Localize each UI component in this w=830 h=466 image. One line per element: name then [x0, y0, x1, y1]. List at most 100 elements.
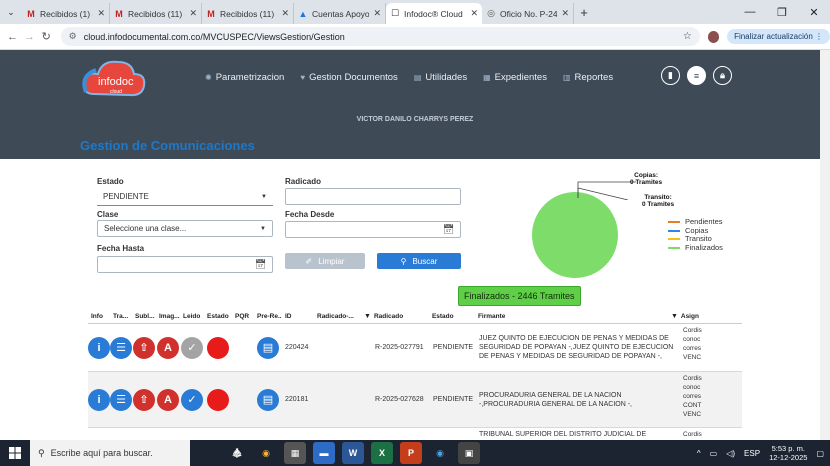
info-icon[interactable]: i [88, 336, 110, 359]
column-header[interactable]: Estado [204, 313, 232, 320]
tab-search-chevron-icon[interactable]: ⌄ [0, 0, 22, 24]
bookmark-star-icon[interactable]: ☆ [683, 31, 692, 42]
column-header[interactable]: Asign [678, 313, 706, 320]
column-header[interactable]: ID [282, 313, 314, 320]
calculator-icon[interactable]: ▦ [284, 442, 306, 464]
cell-firmante: JUEZ QUINTO DE EJECUCION DE PENAS Y MEDI… [479, 335, 674, 360]
fecha-desde-field[interactable]: 📅︎ [285, 221, 461, 238]
list-icon[interactable]: ☰ [110, 388, 132, 411]
word-icon[interactable]: W [342, 442, 364, 464]
tray-chevron-icon[interactable]: ^ [697, 449, 701, 458]
upload-icon[interactable]: ⇧ [133, 388, 155, 411]
close-tab-icon[interactable]: ✕ [97, 8, 105, 19]
profile-avatar[interactable] [707, 30, 720, 43]
clock[interactable]: 5:53 p. m. 12-12-2025 [769, 444, 807, 462]
column-header[interactable]: PQR [232, 313, 254, 320]
clock-time: 5:53 p. m. [771, 444, 805, 453]
powerpoint-icon[interactable]: P [400, 442, 422, 464]
network-icon[interactable]: ▭ [710, 449, 718, 458]
browser-tab[interactable]: ☐ Infodoc® Cloud ✕ [386, 3, 482, 24]
url-field[interactable]: ⚙ cloud.infodocumental.com.co/MVCUSPEC/V… [60, 27, 700, 46]
column-header[interactable]: Radicado [371, 313, 429, 320]
close-tab-icon[interactable]: ✕ [189, 8, 197, 19]
minimize-icon[interactable]: — [734, 0, 766, 24]
close-tab-icon[interactable]: ✕ [470, 8, 478, 19]
pie-slice-finalizados[interactable] [532, 192, 618, 278]
close-tab-icon[interactable]: ✕ [281, 8, 289, 19]
back-icon[interactable]: ← [4, 31, 21, 43]
nav-expedientes[interactable]: ▦ Expedientes [483, 72, 547, 83]
upload-icon[interactable]: ⇧ [133, 336, 155, 359]
excel-icon[interactable]: X [371, 442, 393, 464]
update-button[interactable]: Finalizar actualización ⋮ [727, 29, 830, 44]
nav-reportes[interactable]: ▥ Reportes [563, 72, 613, 83]
browser-tab[interactable]: ▲ Cuentas Apoyo Supe✕ [294, 3, 386, 24]
forward-icon[interactable]: → [21, 31, 38, 43]
windows-start-icon[interactable] [0, 447, 30, 459]
pdf-icon[interactable]: A [157, 336, 179, 359]
page-scrollbar[interactable] [820, 50, 830, 440]
limpiar-button[interactable]: ✐ Limpiar [285, 253, 365, 269]
browser-tab[interactable]: ◎ Oficio No. P-2408 -2✕ [482, 3, 574, 24]
browser-tab[interactable]: M Recibidos (1) - danil ✕ [22, 3, 110, 24]
browser-tab[interactable]: M Recibidos (11) - victo ✕ [110, 3, 202, 24]
column-header[interactable]: Estado [429, 313, 475, 320]
table-row[interactable]: i ☰ ⇧ A ✓ ▤ 220424 R-2025-027791 PENDIENTE JUEZ Q… [88, 324, 742, 372]
nav-label: Expedientes [494, 72, 547, 83]
site-info-icon[interactable]: ⚙ [69, 31, 77, 42]
file-explorer-icon[interactable]: ▬ [313, 442, 335, 464]
menu-icon[interactable]: ≡ [687, 66, 706, 85]
volume-icon[interactable]: ◁) [726, 449, 735, 458]
reload-icon[interactable]: ↻ [38, 30, 55, 43]
list-icon[interactable]: ☰ [110, 336, 132, 359]
nav-parametrizacion[interactable]: ✺ Parametrizacion [205, 72, 284, 83]
column-header[interactable]: Subl... [132, 313, 156, 320]
column-header[interactable]: Tra... [110, 313, 132, 320]
read-check-icon[interactable]: ✓ [181, 388, 203, 411]
close-tab-icon[interactable]: ✕ [561, 8, 569, 19]
nav-utilidades[interactable]: ▤ Utilidades [414, 72, 467, 83]
buscar-button[interactable]: ⚲ Buscar [377, 253, 461, 269]
status-dot-icon[interactable] [207, 388, 229, 411]
column-header[interactable]: Pre-Re... [254, 313, 282, 320]
close-tab-icon[interactable]: ✕ [373, 8, 381, 19]
column-header[interactable]: Radicado-... [314, 313, 364, 320]
chrome-alt-icon[interactable]: ◉ [429, 442, 451, 464]
read-check-icon[interactable]: ✓ [181, 336, 203, 359]
clase-select[interactable]: Seleccione una clase... ▼ [97, 220, 273, 237]
estado-select[interactable]: PENDIENTE ▼ [97, 188, 273, 205]
new-tab-button[interactable]: + [574, 3, 594, 24]
browser-tab[interactable]: M Recibidos (11) - insun ✕ [202, 3, 294, 24]
document-icon[interactable]: ▮ [661, 66, 680, 85]
nav-gestion-documentos[interactable]: ♥ Gestion Documentos [300, 72, 397, 83]
chrome-icon[interactable]: ◉ [255, 442, 277, 464]
calendar-icon[interactable]: 📅︎ [255, 259, 266, 270]
status-pie-chart[interactable] [530, 190, 620, 280]
info-icon[interactable]: i [88, 388, 110, 411]
column-header[interactable]: Firmante [475, 313, 671, 320]
filter-icon[interactable]: ▼ [364, 313, 371, 320]
close-window-icon[interactable]: ✕ [798, 0, 830, 24]
app-icon[interactable]: ▣ [458, 442, 480, 464]
lock-icon[interactable]: 🔒︎ [713, 66, 732, 85]
tab-title: Recibidos (11) - insun [220, 8, 277, 19]
fecha-hasta-field[interactable]: 📅︎ [97, 256, 273, 273]
column-header[interactable]: Leido [180, 313, 204, 320]
legend-item[interactable]: Finalizados [668, 243, 723, 253]
infodoc-logo[interactable]: infodoc cloud [78, 54, 150, 104]
calendar-icon[interactable]: 📅︎ [443, 224, 454, 235]
language-indicator[interactable]: ESP [744, 449, 760, 458]
column-header[interactable]: Info [88, 313, 110, 320]
status-dot-icon[interactable] [207, 336, 229, 359]
pdf-icon[interactable]: A [157, 388, 179, 411]
document-preview-icon[interactable]: ▤ [257, 336, 279, 359]
table-row[interactable]: i ☰ ⇧ A ✓ ▤ 220181 R-2025-027628 PENDIENTE PROCUR… [88, 372, 742, 428]
filter-icon[interactable]: ▼ [671, 313, 678, 320]
notifications-icon[interactable]: ▢ [816, 449, 824, 458]
maximize-icon[interactable]: ❐ [766, 0, 798, 24]
radicado-input[interactable] [285, 188, 461, 205]
document-preview-icon[interactable]: ▤ [257, 388, 279, 411]
column-header[interactable]: Imag... [156, 313, 180, 320]
taskbar-search[interactable]: ⚲ Escribe aquí para buscar. [30, 440, 190, 466]
legend-swatch [668, 229, 680, 232]
